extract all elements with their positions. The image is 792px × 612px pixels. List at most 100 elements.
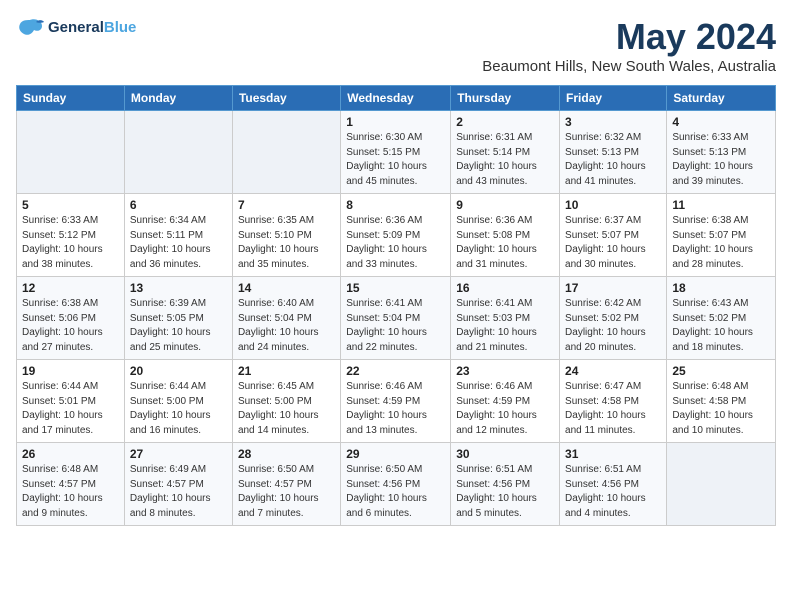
calendar-cell: 18Sunrise: 6:43 AMSunset: 5:02 PMDayligh…	[667, 277, 776, 360]
day-number: 30	[456, 447, 554, 461]
calendar-cell: 10 Sunrise: 6:37 AMSunset: 5:07 PMDayligh…	[560, 194, 667, 277]
day-number: 16	[456, 281, 554, 295]
day-info: Sunrise: 6:49 AMSunset: 4:57 PMDaylight:…	[130, 463, 227, 521]
calendar-week-row: 5 Sunrise: 6:33 AMSunset: 5:12 PMDaylight…	[17, 194, 776, 277]
day-number: 15	[346, 281, 445, 295]
calendar-cell: 4 Sunrise: 6:33 AMSunset: 5:13 PMDaylight…	[667, 111, 776, 194]
day-info: Sunrise: 6:48 AMSunset: 4:57 PMDaylight:…	[22, 463, 119, 521]
calendar-cell: 21 Sunrise: 6:45 AMSunset: 5:00 PMDayligh…	[232, 360, 340, 443]
day-info: Sunrise: 6:50 AMSunset: 4:56 PMDaylight:…	[346, 463, 445, 521]
calendar-cell: 24Sunrise: 6:47 AMSunset: 4:58 PMDayligh…	[560, 360, 667, 443]
weekday-header-saturday: Saturday	[667, 86, 776, 111]
calendar-cell	[667, 443, 776, 526]
day-number: 21	[238, 364, 335, 378]
page-header: GeneralBlue May 2024 Beaumont Hills, New…	[16, 16, 776, 75]
day-number: 26	[22, 447, 119, 461]
day-info: Sunrise: 6:30 AMSunset: 5:15 PMDaylight:…	[346, 131, 445, 189]
day-number: 29	[346, 447, 445, 461]
calendar-cell: 5 Sunrise: 6:33 AMSunset: 5:12 PMDaylight…	[17, 194, 125, 277]
day-number: 28	[238, 447, 335, 461]
calendar-week-row: 26 Sunrise: 6:48 AMSunset: 4:57 PMDayligh…	[17, 443, 776, 526]
day-number: 3	[565, 115, 661, 129]
day-info: Sunrise: 6:36 AMSunset: 5:08 PMDaylight:…	[456, 214, 554, 272]
calendar-cell: 15 Sunrise: 6:41 AMSunset: 5:04 PMDayligh…	[341, 277, 451, 360]
day-info: Sunrise: 6:33 AMSunset: 5:13 PMDaylight:…	[672, 131, 770, 189]
day-number: 25	[672, 364, 770, 378]
calendar-week-row: 1 Sunrise: 6:30 AMSunset: 5:15 PMDaylight…	[17, 111, 776, 194]
day-info: Sunrise: 6:51 AMSunset: 4:56 PMDaylight:…	[456, 463, 554, 521]
logo: GeneralBlue	[16, 16, 136, 40]
day-number: 10	[565, 198, 661, 212]
day-number: 12	[22, 281, 119, 295]
calendar-cell	[232, 111, 340, 194]
weekday-header-row: SundayMondayTuesdayWednesdayThursdayFrid…	[17, 86, 776, 111]
calendar-cell: 2 Sunrise: 6:31 AMSunset: 5:14 PMDaylight…	[451, 111, 560, 194]
weekday-header-tuesday: Tuesday	[232, 86, 340, 111]
day-info: Sunrise: 6:38 AMSunset: 5:07 PMDaylight:…	[672, 214, 770, 272]
day-number: 19	[22, 364, 119, 378]
day-number: 5	[22, 198, 119, 212]
calendar-cell: 25 Sunrise: 6:48 AMSunset: 4:58 PMDayligh…	[667, 360, 776, 443]
day-number: 22	[346, 364, 445, 378]
calendar-cell: 13Sunrise: 6:39 AMSunset: 5:05 PMDayligh…	[124, 277, 232, 360]
calendar-cell: 23 Sunrise: 6:46 AMSunset: 4:59 PMDayligh…	[451, 360, 560, 443]
location-title: Beaumont Hills, New South Wales, Austral…	[482, 58, 776, 75]
calendar-cell: 16Sunrise: 6:41 AMSunset: 5:03 PMDayligh…	[451, 277, 560, 360]
day-info: Sunrise: 6:45 AMSunset: 5:00 PMDaylight:…	[238, 380, 335, 438]
day-info: Sunrise: 6:50 AMSunset: 4:57 PMDaylight:…	[238, 463, 335, 521]
day-info: Sunrise: 6:51 AMSunset: 4:56 PMDaylight:…	[565, 463, 661, 521]
day-number: 20	[130, 364, 227, 378]
calendar-cell	[17, 111, 125, 194]
day-number: 27	[130, 447, 227, 461]
day-info: Sunrise: 6:37 AMSunset: 5:07 PMDaylight:…	[565, 214, 661, 272]
calendar-cell: 17 Sunrise: 6:42 AMSunset: 5:02 PMDayligh…	[560, 277, 667, 360]
calendar-cell: 6Sunrise: 6:34 AMSunset: 5:11 PMDaylight…	[124, 194, 232, 277]
weekday-header-monday: Monday	[124, 86, 232, 111]
day-number: 4	[672, 115, 770, 129]
calendar-cell: 31 Sunrise: 6:51 AMSunset: 4:56 PMDayligh…	[560, 443, 667, 526]
title-block: May 2024 Beaumont Hills, New South Wales…	[482, 16, 776, 75]
calendar-cell: 27 Sunrise: 6:49 AMSunset: 4:57 PMDayligh…	[124, 443, 232, 526]
day-info: Sunrise: 6:48 AMSunset: 4:58 PMDaylight:…	[672, 380, 770, 438]
calendar-cell: 12 Sunrise: 6:38 AMSunset: 5:06 PMDayligh…	[17, 277, 125, 360]
weekday-header-friday: Friday	[560, 86, 667, 111]
day-number: 11	[672, 198, 770, 212]
day-info: Sunrise: 6:44 AMSunset: 5:00 PMDaylight:…	[130, 380, 227, 438]
day-number: 23	[456, 364, 554, 378]
day-info: Sunrise: 6:46 AMSunset: 4:59 PMDaylight:…	[456, 380, 554, 438]
calendar-week-row: 19 Sunrise: 6:44 AMSunset: 5:01 PMDayligh…	[17, 360, 776, 443]
calendar-cell: 29 Sunrise: 6:50 AMSunset: 4:56 PMDayligh…	[341, 443, 451, 526]
weekday-header-wednesday: Wednesday	[341, 86, 451, 111]
day-info: Sunrise: 6:42 AMSunset: 5:02 PMDaylight:…	[565, 297, 661, 355]
month-title: May 2024	[482, 16, 776, 58]
day-info: Sunrise: 6:36 AMSunset: 5:09 PMDaylight:…	[346, 214, 445, 272]
calendar-cell: 14Sunrise: 6:40 AMSunset: 5:04 PMDayligh…	[232, 277, 340, 360]
weekday-header-thursday: Thursday	[451, 86, 560, 111]
calendar-cell: 8 Sunrise: 6:36 AMSunset: 5:09 PMDaylight…	[341, 194, 451, 277]
day-info: Sunrise: 6:38 AMSunset: 5:06 PMDaylight:…	[22, 297, 119, 355]
day-number: 31	[565, 447, 661, 461]
day-number: 17	[565, 281, 661, 295]
day-number: 1	[346, 115, 445, 129]
day-info: Sunrise: 6:41 AMSunset: 5:04 PMDaylight:…	[346, 297, 445, 355]
day-number: 6	[130, 198, 227, 212]
day-info: Sunrise: 6:31 AMSunset: 5:14 PMDaylight:…	[456, 131, 554, 189]
calendar-cell: 7 Sunrise: 6:35 AMSunset: 5:10 PMDaylight…	[232, 194, 340, 277]
day-info: Sunrise: 6:32 AMSunset: 5:13 PMDaylight:…	[565, 131, 661, 189]
calendar-cell: 22Sunrise: 6:46 AMSunset: 4:59 PMDayligh…	[341, 360, 451, 443]
calendar-cell: 3 Sunrise: 6:32 AMSunset: 5:13 PMDaylight…	[560, 111, 667, 194]
day-number: 8	[346, 198, 445, 212]
logo-text: GeneralBlue	[48, 19, 136, 37]
calendar-cell: 28 Sunrise: 6:50 AMSunset: 4:57 PMDayligh…	[232, 443, 340, 526]
day-number: 7	[238, 198, 335, 212]
day-number: 2	[456, 115, 554, 129]
weekday-header-sunday: Sunday	[17, 86, 125, 111]
day-info: Sunrise: 6:33 AMSunset: 5:12 PMDaylight:…	[22, 214, 119, 272]
day-info: Sunrise: 6:35 AMSunset: 5:10 PMDaylight:…	[238, 214, 335, 272]
day-info: Sunrise: 6:44 AMSunset: 5:01 PMDaylight:…	[22, 380, 119, 438]
calendar-cell: 11 Sunrise: 6:38 AMSunset: 5:07 PMDayligh…	[667, 194, 776, 277]
day-number: 18	[672, 281, 770, 295]
day-info: Sunrise: 6:47 AMSunset: 4:58 PMDaylight:…	[565, 380, 661, 438]
calendar-table: SundayMondayTuesdayWednesdayThursdayFrid…	[16, 85, 776, 526]
calendar-cell: 20 Sunrise: 6:44 AMSunset: 5:00 PMDayligh…	[124, 360, 232, 443]
